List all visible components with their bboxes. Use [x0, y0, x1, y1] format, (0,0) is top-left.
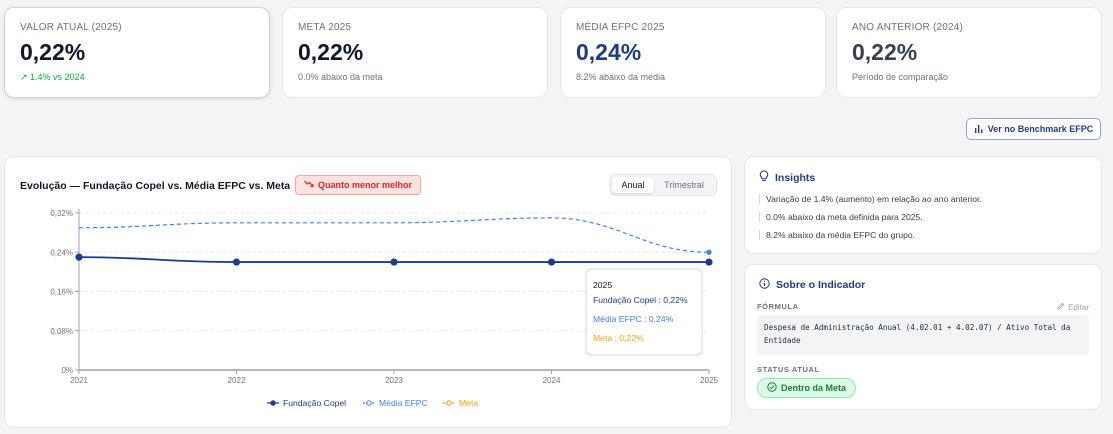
kpi-card-ano-anterior: ANO ANTERIOR (2024) 0,22% Período de com… — [836, 7, 1102, 98]
y-tick-label: 0% — [61, 366, 73, 375]
tooltip-line: Fundação Copel : 0,22% — [593, 295, 688, 305]
x-tick-label: 2025 — [700, 376, 718, 385]
kpi-card-meta: META 2025 0,22% 0.0% abaixo da meta — [282, 7, 548, 98]
kpi-label: MÉDIA EFPC 2025 — [576, 22, 665, 33]
bar-chart-icon — [974, 124, 983, 135]
status-text: Dentro da Meta — [781, 383, 847, 393]
kpi-card-media-efpc: MÉDIA EFPC 2025 0,24% 8.2% abaixo da méd… — [560, 7, 826, 98]
kpi-sub: 8.2% abaixo da média — [576, 72, 666, 82]
insight-item: 0.0% abaixo da meta definida para 2025. — [759, 212, 923, 222]
about-title-label: Sobre o Indicador — [776, 279, 866, 291]
lightbulb-icon — [759, 170, 769, 185]
kpi-value: 0,22% — [298, 39, 364, 65]
formula-text: Despesa de Administração Anual (4.02.01 … — [757, 315, 1089, 355]
check-circle-icon — [767, 382, 777, 394]
data-point-copel — [390, 258, 398, 266]
pencil-icon — [1057, 302, 1065, 312]
insight-item: Variação de 1.4% (aumento) em relação ao… — [759, 194, 982, 204]
insights-title-label: Insights — [775, 171, 816, 184]
x-tick-label: 2021 — [70, 376, 88, 385]
tooltip-title: 2025 — [593, 280, 612, 290]
edit-label: Editar — [1068, 302, 1089, 312]
status-label: STATUS ATUAL — [757, 365, 820, 374]
legend-label: Meta — [459, 398, 478, 408]
evolution-chart-card: Evolução — Fundação Copel vs. Média EFPC… — [4, 156, 732, 428]
x-tick-label: 2023 — [385, 376, 403, 385]
kpi-sub: Período de comparação — [852, 72, 949, 82]
y-tick-label: 0,08% — [50, 327, 73, 336]
insights-title: Insights — [759, 170, 815, 185]
y-tick-label: 0,16% — [50, 288, 73, 297]
benchmark-button-label: Ver no Benchmark EFPC — [987, 124, 1094, 134]
insight-item: 8.2% abaixo da média EFPC do grupo. — [759, 230, 915, 240]
kpi-sub: 0.0% abaixo da meta — [298, 72, 383, 82]
data-point-copel — [705, 258, 713, 266]
kpi-value: 0,22% — [20, 39, 86, 65]
status-badge: Dentro da Meta — [757, 378, 857, 398]
y-tick-label: 0,32% — [50, 209, 73, 218]
series-line-1 — [78, 217, 710, 253]
kpi-trend: ↗ 1.4% vs 2024 — [20, 72, 85, 82]
kpi-value: 0,22% — [852, 39, 918, 65]
kpi-label: ANO ANTERIOR (2024) — [852, 22, 964, 33]
insights-card: Insights Variação de 1.4% (aumento) em r… — [744, 156, 1102, 254]
kpi-card-valor-atual: VALOR ATUAL (2025) 0,22% ↗ 1.4% vs 2024 — [4, 7, 270, 98]
tooltip-line: Meta : 0,22% — [593, 333, 644, 343]
kpi-label: VALOR ATUAL (2025) — [20, 22, 122, 33]
y-tick-label: 0,24% — [50, 248, 73, 257]
benchmark-button[interactable]: Ver no Benchmark EFPC — [966, 118, 1101, 140]
legend-label: Média EFPC — [379, 398, 428, 408]
kpi-value: 0,24% — [576, 39, 642, 65]
data-point-copel — [75, 253, 83, 261]
about-title: Sobre o Indicador — [759, 278, 865, 292]
x-tick-label: 2022 — [228, 376, 246, 385]
edit-formula-link[interactable]: Editar — [1057, 302, 1089, 312]
formula-label: FÓRMULA — [757, 302, 799, 311]
kpi-label: META 2025 — [298, 22, 352, 33]
info-icon — [759, 278, 770, 292]
about-indicator-card: Sobre o Indicador FÓRMULA Editar Despesa… — [744, 264, 1102, 410]
legend-label: Fundação Copel — [283, 398, 346, 408]
x-tick-label: 2024 — [543, 376, 561, 385]
legend-marker — [366, 400, 372, 406]
data-point-efpc — [706, 249, 712, 255]
legend-marker — [270, 400, 276, 406]
line-chart: 0% 0,08% 0,16% 0,24% 0,32% 2021 2022 2023 2024 20… — [50, 209, 718, 408]
tooltip-line: Média EFPC : 0,24% — [593, 314, 674, 324]
legend-marker — [446, 400, 452, 406]
data-point-copel — [547, 258, 556, 266]
data-point-copel — [232, 258, 241, 266]
